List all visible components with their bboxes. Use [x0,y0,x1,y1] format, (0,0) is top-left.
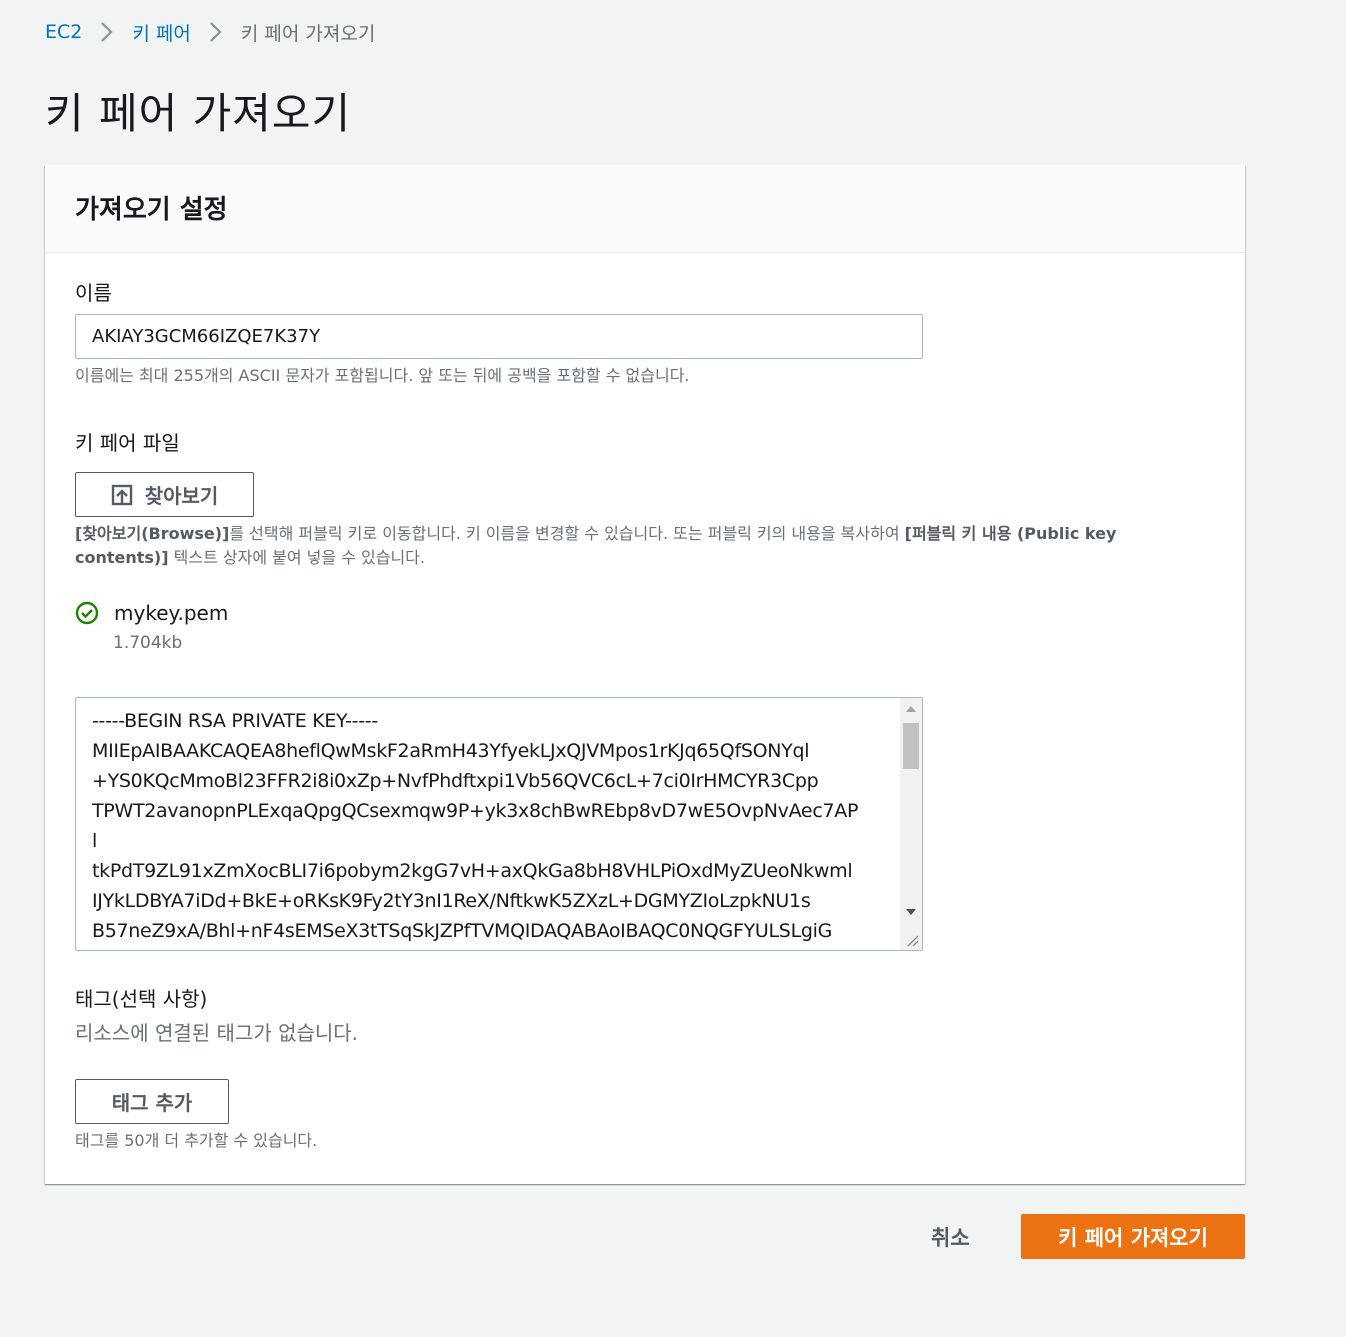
import-key-pair-button[interactable]: 키 페어 가져오기 [1021,1214,1245,1259]
chevron-right-icon [199,18,233,46]
cancel-button[interactable]: 취소 [931,1222,970,1252]
check-circle-icon [75,601,99,625]
upload-icon [111,484,133,506]
scroll-thumb[interactable] [903,723,919,769]
hint-text-2: 텍스트 상자에 붙여 넣을 수 있습니다. [168,548,425,567]
scroll-down-arrow-icon[interactable] [900,901,922,923]
public-key-contents-textarea[interactable]: -----BEGIN RSA PRIVATE KEY----- MIIEpAIB… [75,697,923,951]
breadcrumb-key-pairs[interactable]: 키 페어 [132,19,190,46]
file-size: 1.704kb [113,633,183,653]
name-input[interactable] [75,314,923,359]
import-settings-panel: 가져오기 설정 이름 이름에는 최대 255개의 ASCII 문자가 포함됩니다… [45,165,1245,1184]
name-hint: 이름에는 최대 255개의 ASCII 문자가 포함됩니다. 앞 또는 뒤에 공… [75,366,690,385]
file-name: mykey.pem [114,601,229,625]
panel-title: 가져오기 설정 [75,195,228,225]
page-title: 키 페어 가져오기 [45,89,352,138]
browse-label: 찾아보기 [144,484,219,508]
chevron-right-icon [90,18,124,46]
textarea-scrollbar[interactable] [900,698,922,950]
tags-empty-text: 리소스에 연결된 태그가 없습니다. [75,1021,359,1045]
breadcrumb-ec2[interactable]: EC2 [45,21,82,43]
breadcrumb-current: 키 페어 가져오기 [240,22,376,45]
hint-browse-bold: [찾아보기(Browse)] [75,524,230,543]
panel-header: 가져오기 설정 [45,165,1245,253]
key-file-hint: [찾아보기(Browse)]를 선택해 퍼블릭 키로 이동합니다. 키 이름을 … [75,522,1175,570]
key-file-label: 키 페어 파일 [75,431,180,455]
hint-text-1: 를 선택해 퍼블릭 키로 이동합니다. 키 이름을 변경할 수 있습니다. 또는… [229,524,905,543]
uploaded-file: mykey.pem [75,601,228,625]
public-key-contents-text[interactable]: -----BEGIN RSA PRIVATE KEY----- MIIEpAIB… [92,706,892,946]
name-label: 이름 [75,281,112,305]
tags-hint: 태그를 50개 더 추가할 수 있습니다. [75,1131,318,1150]
tags-label: 태그(선택 사항) [75,987,208,1011]
breadcrumb: EC2 키 페어 키 페어 가져오기 [45,18,375,46]
scroll-up-arrow-icon[interactable] [900,698,922,720]
add-tag-button[interactable]: 태그 추가 [75,1079,229,1124]
browse-button[interactable]: 찾아보기 [75,472,254,517]
resize-handle-icon[interactable] [904,932,920,948]
